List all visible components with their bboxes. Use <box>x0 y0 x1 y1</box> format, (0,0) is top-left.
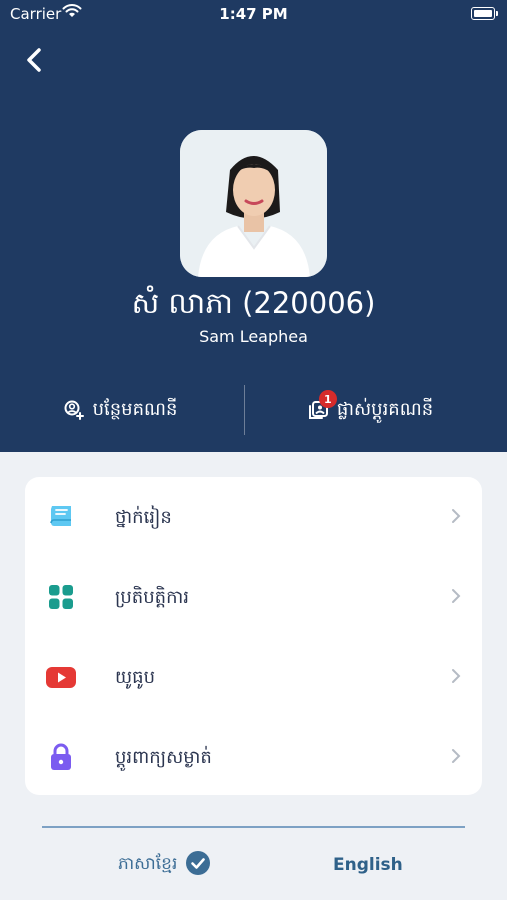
chevron-right-icon <box>450 587 462 609</box>
menu-label-classes: ថ្នាក់រៀន <box>115 507 172 528</box>
status-bar: Carrier 1:47 PM <box>0 0 507 28</box>
language-english-label: English <box>333 855 403 875</box>
switch-account-label: ផ្លាស់ប្ដូរគណនី <box>336 398 434 420</box>
avatar <box>180 130 327 277</box>
language-khmer-option[interactable]: ភាសាខ្មែរ <box>118 850 211 880</box>
student-name-khmer: សំ លាភា (220006) <box>131 286 376 320</box>
switch-account-icon: 1 <box>307 390 337 421</box>
switch-account-button[interactable]: 1 ផ្លាស់ប្ដូរគណនី <box>250 383 490 437</box>
chevron-right-icon <box>450 667 462 689</box>
student-name-english: Sam Leaphea <box>199 327 308 346</box>
notification-badge: 1 <box>318 390 337 408</box>
add-account-button[interactable]: បន្ថែមគណនី <box>0 383 240 437</box>
menu-label-change-password: ប្តូរពាក្យសម្ងាត់ <box>115 747 212 768</box>
youtube-icon <box>45 661 77 693</box>
profile-header: Carrier 1:47 PM សំ លាភា (220006) Sam Lea… <box>0 0 507 452</box>
back-button[interactable] <box>18 42 54 78</box>
chevron-right-icon <box>450 747 462 769</box>
add-user-icon <box>63 399 85 421</box>
grid-icon <box>45 581 77 613</box>
language-divider <box>42 826 465 828</box>
language-english-option[interactable]: English <box>333 850 403 880</box>
clock: 1:47 PM <box>219 5 288 23</box>
menu-item-change-password[interactable]: ប្តូរពាក្យសម្ងាត់ <box>25 717 482 797</box>
check-circle-icon <box>185 850 211 881</box>
chevron-left-icon <box>27 48 41 72</box>
menu-label-transactions: ប្រតិបត្តិការ <box>115 587 189 608</box>
book-icon <box>45 501 77 533</box>
menu-item-classes[interactable]: ថ្នាក់រៀន <box>25 477 482 557</box>
add-account-label: បន្ថែមគណនី <box>92 398 178 420</box>
lock-icon <box>45 741 77 773</box>
menu-card: ថ្នាក់រៀន ប្រតិបត្តិការ យូធូប ប្តូរពាក្យ… <box>25 477 482 795</box>
account-actions: បន្ថែមគណនី 1 ផ្លាស់ប្ដូរគណនី <box>0 383 507 437</box>
actions-divider <box>244 385 245 435</box>
language-khmer-label: ភាសាខ្មែរ <box>118 853 178 874</box>
battery-icon <box>471 7 498 20</box>
menu-item-transactions[interactable]: ប្រតិបត្តិការ <box>25 557 482 637</box>
menu-item-youtube[interactable]: យូធូប <box>25 637 482 717</box>
menu-label-youtube: យូធូប <box>115 667 155 688</box>
chevron-right-icon <box>450 507 462 529</box>
